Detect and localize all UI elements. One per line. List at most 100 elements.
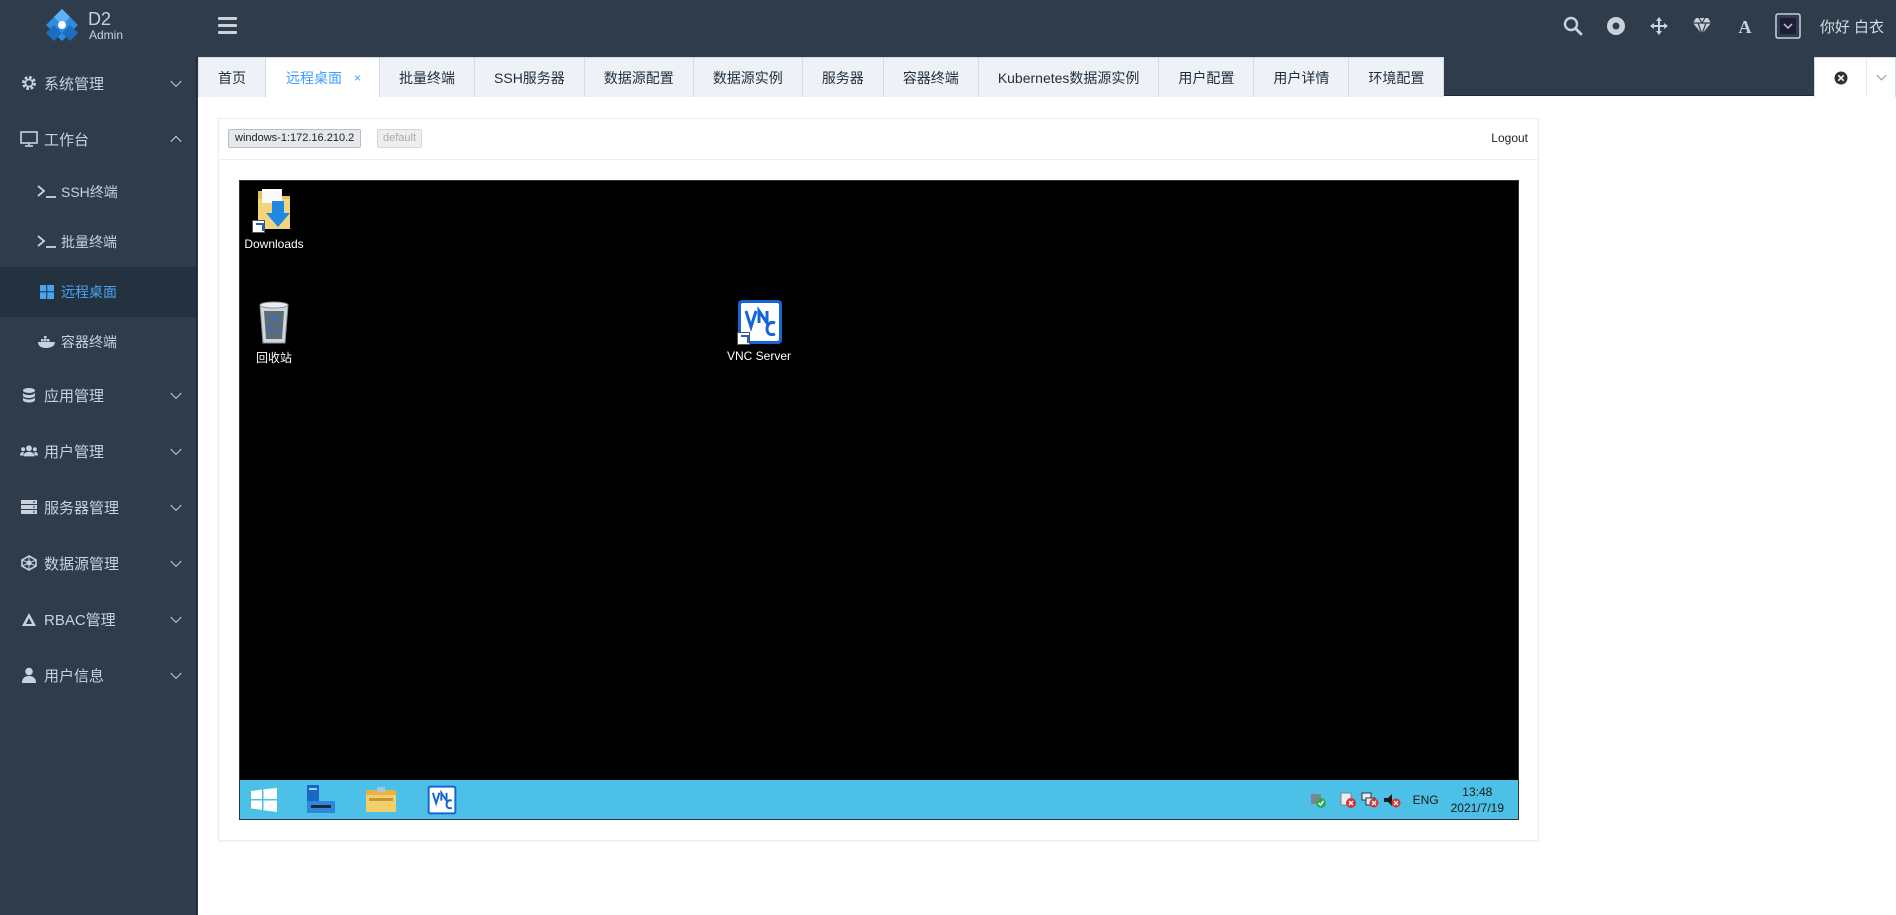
sidebar-item-label: 服务器管理	[44, 499, 120, 517]
close-all-tabs-button[interactable]	[1815, 58, 1867, 97]
d2-logo-icon	[46, 9, 78, 41]
security-tray-icon[interactable]	[1307, 789, 1329, 811]
flag-error-tray-icon[interactable]	[1337, 789, 1359, 811]
gear-icon	[20, 74, 38, 92]
system-tray: ENG 13:48 2021/7/19	[1307, 780, 1504, 819]
sidebar-item-apps[interactable]: 应用管理	[0, 367, 196, 423]
tab-label: 批量终端	[399, 69, 456, 86]
tab-servers[interactable]: 服务器	[801, 57, 884, 97]
font-size-icon[interactable]: A	[1724, 0, 1767, 52]
sidebar-item-label: 工作台	[44, 131, 90, 149]
sidebar-item-label: 用户管理	[44, 443, 105, 461]
taskbar-file-explorer[interactable]	[358, 782, 404, 817]
sidebar-item-label: SSH终端	[61, 184, 118, 200]
tab-label: 服务器	[821, 69, 864, 86]
sidebar-item-users[interactable]: 用户管理	[0, 423, 196, 479]
network-icon	[20, 554, 38, 572]
tab-env-config[interactable]: 环境配置	[1348, 57, 1445, 97]
taskbar-vnc[interactable]	[419, 782, 465, 817]
sidebar-item-datasources[interactable]: 数据源管理	[0, 535, 196, 591]
sidebar-subitem-ssh-terminal[interactable]: SSH终端	[0, 167, 196, 217]
tabs-dropdown-button[interactable]	[1867, 58, 1895, 97]
chevron-down-icon	[170, 499, 182, 512]
taskbar-clock[interactable]: 13:48 2021/7/19	[1451, 784, 1504, 816]
sidebar-item-system[interactable]: 系统管理	[0, 55, 196, 111]
tab-user-details[interactable]: 用户详情	[1253, 57, 1350, 97]
top-header: D2 Admin A 你好 白衣	[0, 0, 1896, 55]
tab-kubernetes-instances[interactable]: Kubernetes数据源实例	[977, 57, 1160, 97]
volume-mute-tray-icon[interactable]	[1381, 789, 1403, 811]
rbac-icon	[20, 610, 38, 628]
sidebar-item-servers[interactable]: 服务器管理	[0, 479, 196, 535]
diamond-icon[interactable]	[1681, 0, 1724, 52]
vnc-icon	[427, 785, 457, 814]
sidebar-subitem-container-terminal[interactable]: 容器终端	[0, 317, 196, 367]
user-greeting[interactable]: 你好 白衣	[1810, 16, 1896, 37]
chevron-down-icon	[170, 75, 182, 88]
search-icon[interactable]	[1552, 0, 1595, 52]
network-error-tray-icon[interactable]	[1359, 789, 1381, 811]
sidebar: 系统管理 工作台 SSH终端 批量终端 远程桌面 容器终端 应用管理 用户管理 …	[0, 55, 197, 915]
users-icon	[20, 442, 38, 460]
connection-tag: windows-1:172.16.210.2	[228, 129, 362, 148]
tab-label: 远程桌面	[286, 69, 342, 86]
server-icon	[20, 498, 38, 516]
tab-home[interactable]: 首页	[198, 57, 266, 97]
sidebar-subitem-remote-desktop[interactable]: 远程桌面	[0, 267, 196, 317]
sidebar-item-label: 用户信息	[44, 667, 105, 685]
desktop-icon-downloads[interactable]: Downloads	[240, 187, 314, 251]
start-button[interactable]	[241, 782, 287, 817]
logout-button[interactable]: Logout	[1491, 131, 1528, 145]
tab-close-icon[interactable]: ×	[354, 71, 361, 85]
svg-text:A: A	[1739, 17, 1752, 35]
move-icon[interactable]	[1638, 0, 1681, 52]
chevron-down-icon	[170, 611, 182, 624]
sidebar-item-label: 批量终端	[61, 234, 117, 250]
tab-remote-desktop[interactable]: 远程桌面 ×	[265, 57, 381, 97]
tab-datasource-config[interactable]: 数据源配置	[583, 57, 694, 97]
logo-title: D2	[88, 8, 112, 29]
tabs-control	[1814, 57, 1896, 97]
user-icon	[20, 666, 38, 684]
chevron-up-icon	[170, 135, 182, 148]
taskbar-server-manager[interactable]	[298, 782, 344, 817]
desktop-icon-recycle-bin[interactable]: 回收站	[240, 299, 314, 366]
terminal-icon	[37, 184, 57, 200]
tab-user-config[interactable]: 用户配置	[1158, 57, 1255, 97]
sidebar-item-workbench[interactable]: 工作台	[0, 111, 196, 167]
sidebar-item-label: 数据源管理	[44, 555, 120, 573]
tab-datasource-instances[interactable]: 数据源实例	[692, 57, 803, 97]
tab-label: 用户详情	[1273, 69, 1330, 86]
default-tag: default	[377, 129, 423, 148]
sidebar-item-user-info[interactable]: 用户信息	[0, 647, 196, 703]
logo-subtitle: Admin	[89, 27, 124, 42]
database-icon	[20, 386, 38, 404]
tab-ssh-servers[interactable]: SSH服务器	[474, 57, 585, 97]
tab-label: 容器终端	[902, 69, 959, 86]
windows-taskbar: ENG 13:48 2021/7/19	[240, 780, 1518, 819]
remote-desktop-screen[interactable]: Downloads 回收站 VNC Server ENG 13:48 2021/…	[239, 180, 1519, 820]
desktop-icon-vnc-server[interactable]: VNC Server	[719, 299, 799, 363]
logo[interactable]: D2 Admin	[44, 7, 123, 43]
input-language[interactable]: ENG	[1413, 793, 1439, 807]
sidebar-item-rbac[interactable]: RBAC管理	[0, 591, 196, 647]
recycle-bin-icon	[252, 299, 296, 345]
desktop-icon-label: Downloads	[244, 237, 304, 251]
tabs-bar: 首页 远程桌面 × 批量终端 SSH服务器 数据源配置 数据源实例 服务器 容器…	[198, 55, 1896, 97]
sidebar-item-label: 系统管理	[44, 75, 105, 93]
tab-label: 环境配置	[1368, 69, 1425, 86]
record-icon[interactable]	[1595, 0, 1638, 52]
close-circle-icon	[1834, 71, 1847, 84]
page-tabs: 首页 远程桌面 × 批量终端 SSH服务器 数据源配置 数据源实例 服务器 容器…	[198, 57, 1445, 97]
tab-container-terminal[interactable]: 容器终端	[882, 57, 979, 97]
terminal-icon	[37, 234, 57, 250]
docker-icon	[37, 334, 57, 350]
folder-download-icon	[252, 187, 296, 233]
main-content: 首页 远程桌面 × 批量终端 SSH服务器 数据源配置 数据源实例 服务器 容器…	[198, 55, 1896, 915]
theme-icon[interactable]	[1767, 0, 1810, 52]
monitor-icon	[20, 130, 38, 148]
menu-toggle-icon[interactable]	[218, 17, 237, 34]
tab-batch-terminal[interactable]: 批量终端	[379, 57, 476, 97]
sidebar-subitem-batch-terminal[interactable]: 批量终端	[0, 217, 196, 267]
desktop-icon-label: VNC Server	[726, 349, 791, 363]
